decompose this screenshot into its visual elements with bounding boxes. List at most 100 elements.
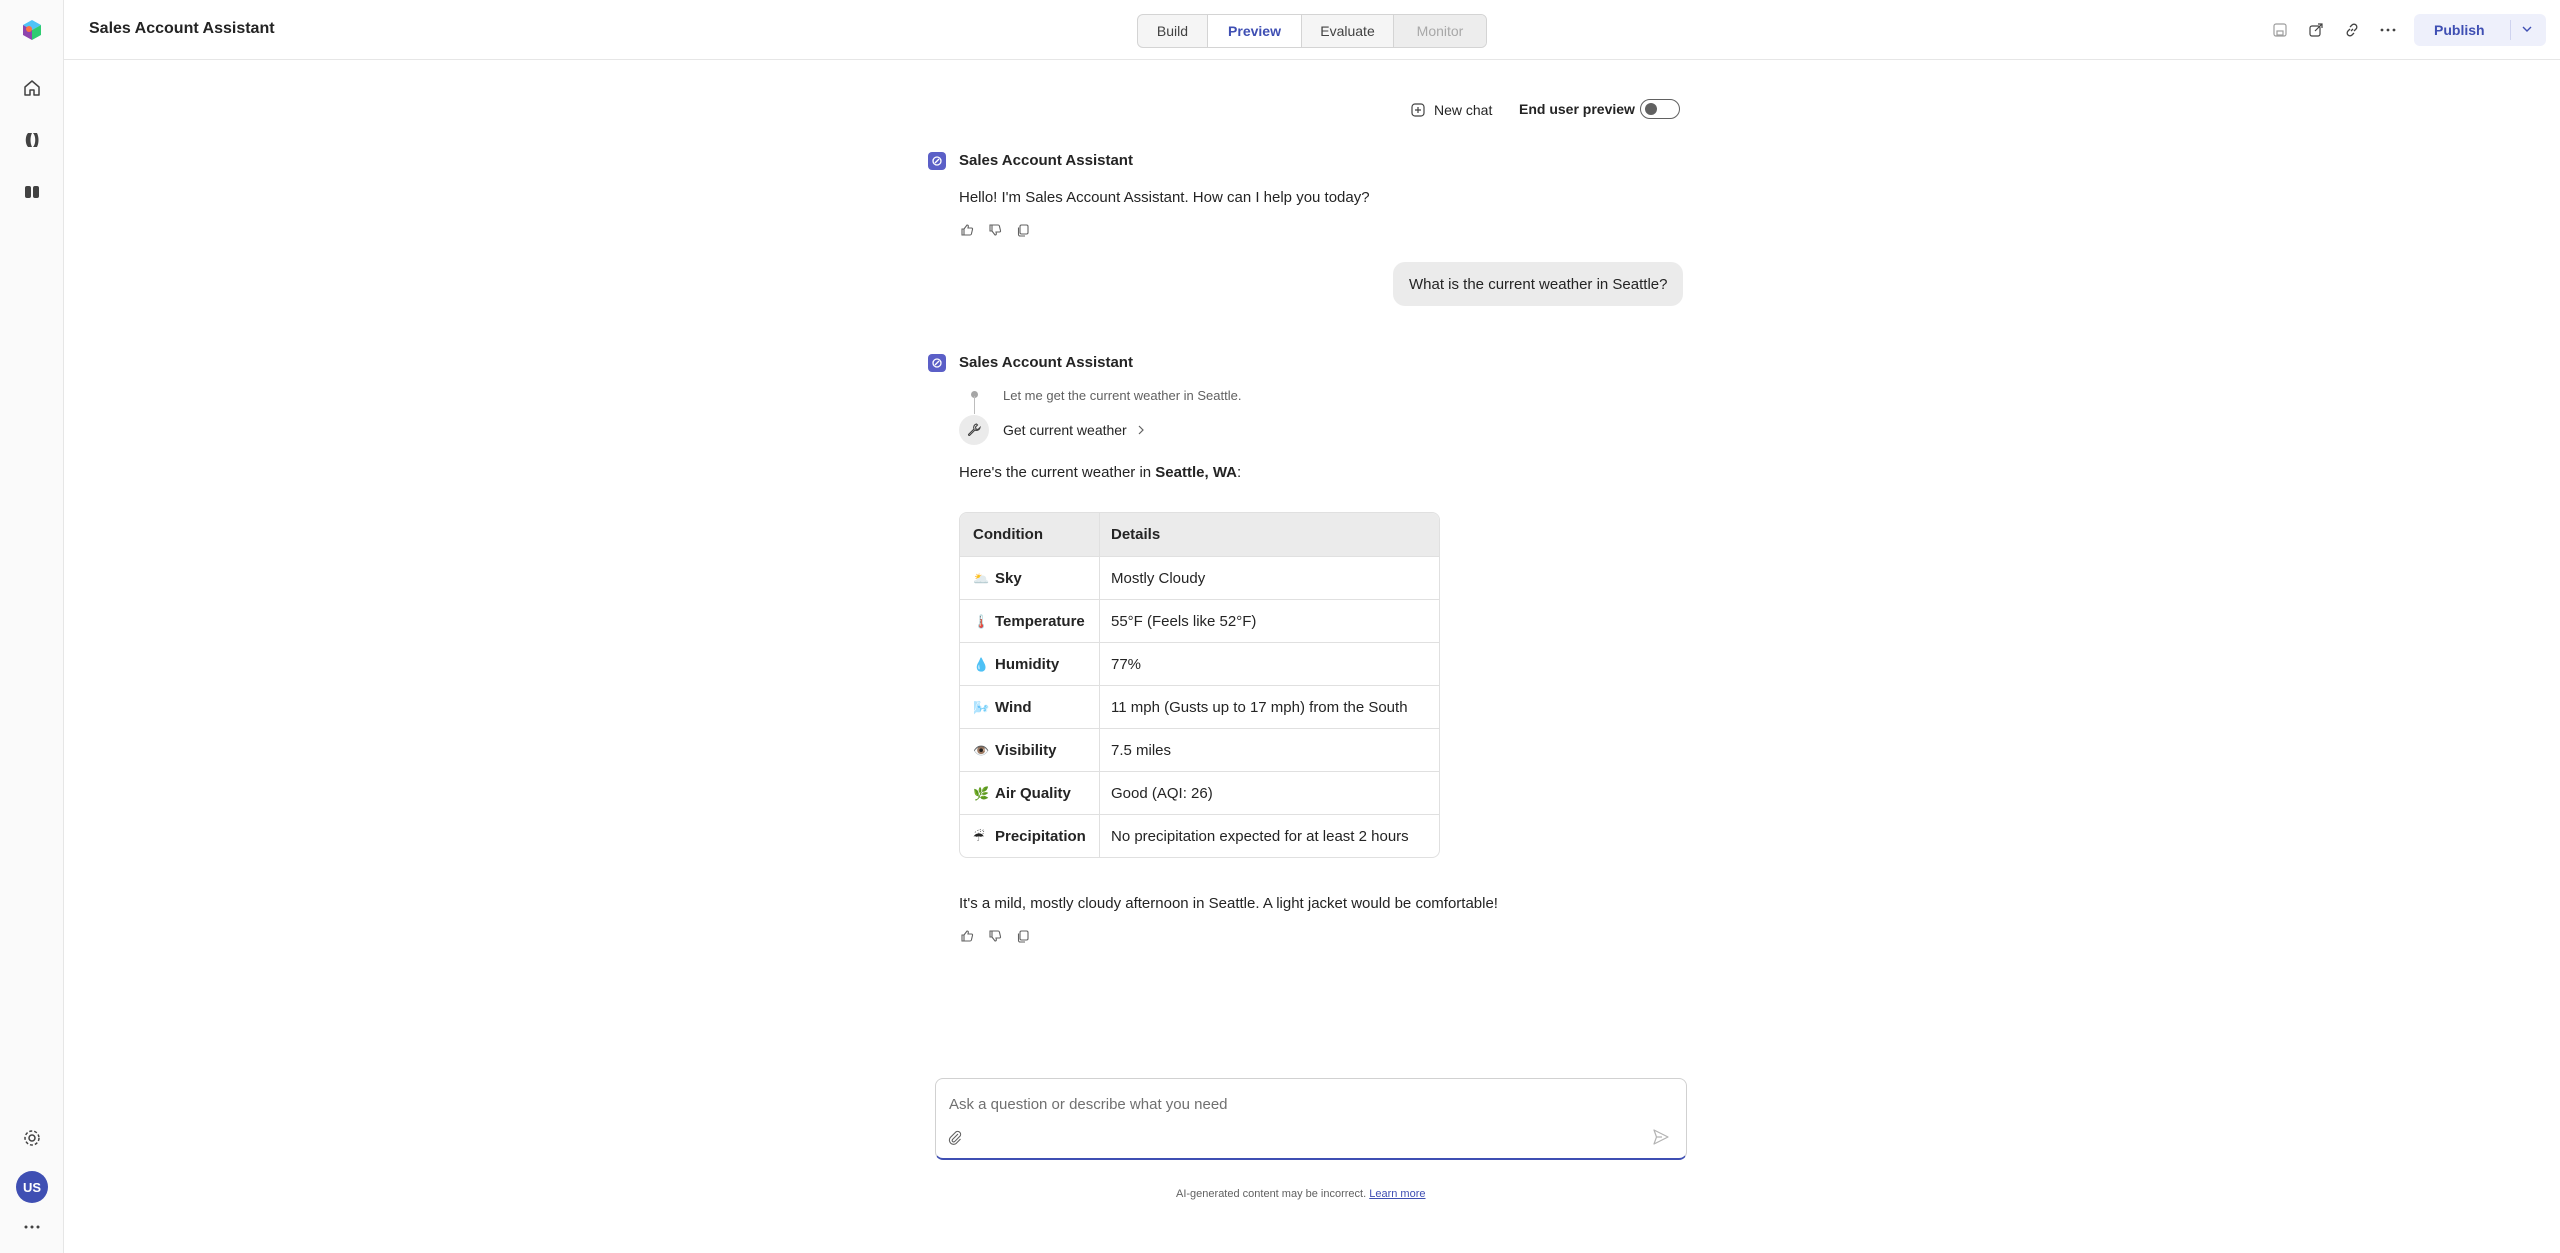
ai-disclaimer: AI-generated content may be incorrect. L…: [1176, 1188, 1426, 1200]
condition-cell: 🌡️ Temperature: [960, 599, 1100, 642]
condition-label: Air Quality: [995, 784, 1071, 802]
intro-prefix: Here's the current weather in: [959, 464, 1156, 481]
tab-build[interactable]: Build: [1138, 15, 1208, 47]
bot-name: Sales Account Assistant: [959, 354, 1133, 371]
table-row: 🌡️ Temperature 55°F (Feels like 52°F): [960, 599, 1439, 642]
user-message: What is the current weather in Seattle?: [1393, 262, 1684, 306]
toggle-knob: [1645, 103, 1657, 115]
condition-cell: 🌿 Air Quality: [960, 771, 1100, 814]
thumbs-down-icon[interactable]: [987, 222, 1003, 238]
thinking-step: Let me get the current weather in Seattl…: [1003, 388, 1242, 403]
thermometer-icon: 🌡️: [973, 613, 990, 629]
bot-name: Sales Account Assistant: [959, 152, 1133, 169]
details-cell: Mostly Cloudy: [1100, 556, 1439, 599]
home-icon[interactable]: [16, 72, 48, 104]
condition-label: Precipitation: [995, 827, 1086, 845]
message-feedback: [959, 928, 1031, 944]
learn-more-link[interactable]: Learn more: [1369, 1188, 1425, 1200]
column-header-details: Details: [1100, 513, 1439, 556]
thumbs-up-icon[interactable]: [959, 222, 975, 238]
page-title: Sales Account Assistant: [89, 20, 275, 37]
details-cell: Good (AQI: 26): [1100, 771, 1439, 814]
bot-avatar-icon: [928, 354, 946, 372]
condition-cell: 💧 Humidity: [960, 642, 1100, 685]
message-feedback: [959, 222, 1031, 238]
table-row: 🌿 Air Quality Good (AQI: 26): [960, 771, 1439, 814]
bot-avatar-icon: [928, 152, 946, 170]
avatar-initials: US: [22, 1179, 42, 1195]
condition-cell: 👁️ Visibility: [960, 728, 1100, 771]
table-row: 🌥️ Sky Mostly Cloudy: [960, 556, 1439, 599]
condition-label: Humidity: [995, 655, 1060, 673]
link-icon[interactable]: [2340, 18, 2364, 42]
chevron-right-icon: [1137, 425, 1145, 435]
eye-icon: 👁️: [973, 742, 990, 758]
new-chat-button[interactable]: New chat: [1410, 98, 1492, 122]
column-header-condition: Condition: [960, 513, 1100, 556]
app-logo-icon[interactable]: [16, 14, 48, 46]
share-icon[interactable]: [2304, 18, 2328, 42]
publish-button[interactable]: Publish: [2414, 14, 2546, 46]
table-row: 💧 Humidity 77%: [960, 642, 1439, 685]
table-header-row: Condition Details: [960, 513, 1439, 556]
end-user-preview-toggle[interactable]: [1640, 99, 1680, 119]
more-icon[interactable]: [16, 1211, 48, 1243]
bot-closing: It's a mild, mostly cloudy afternoon in …: [959, 895, 1498, 912]
copy-icon[interactable]: [1015, 928, 1031, 944]
library-icon[interactable]: [16, 176, 48, 208]
condition-label: Wind: [995, 698, 1032, 716]
umbrella-icon: ☔: [973, 828, 985, 844]
tab-evaluate[interactable]: Evaluate: [1302, 15, 1394, 47]
new-chat-icon: [1410, 102, 1426, 118]
intro-location: Seattle, WA: [1155, 464, 1237, 481]
mode-tabs: Build Preview Evaluate Monitor: [1137, 14, 1487, 48]
condition-cell: ☔ Precipitation: [960, 814, 1100, 857]
details-cell: 55°F (Feels like 52°F): [1100, 599, 1439, 642]
end-user-preview-label: End user preview: [1519, 101, 1635, 117]
settings-icon[interactable]: [16, 1122, 48, 1154]
disclaimer-text: AI-generated content may be incorrect.: [1176, 1188, 1367, 1200]
table-row: 🌬️ Wind 11 mph (Gusts up to 17 mph) from …: [960, 685, 1439, 728]
user-message-text: What is the current weather in Seattle?: [1409, 275, 1668, 293]
composer-input[interactable]: Ask a question or describe what you need: [949, 1096, 1228, 1113]
condition-label: Sky: [995, 569, 1022, 587]
left-rail: US: [0, 0, 64, 1253]
leaf-icon: 🌿: [973, 785, 990, 801]
wind-icon: 🌬️: [973, 699, 990, 715]
condition-cell: 🌬️ Wind: [960, 685, 1100, 728]
table-row: 👁️ Visibility 7.5 miles: [960, 728, 1439, 771]
attach-icon[interactable]: [947, 1129, 963, 1145]
avatar[interactable]: US: [16, 1171, 48, 1203]
copy-icon[interactable]: [1015, 222, 1031, 238]
tab-monitor: Monitor: [1394, 15, 1486, 47]
chevron-down-icon[interactable]: [2520, 22, 2534, 36]
send-icon[interactable]: [1652, 1128, 1670, 1146]
thumbs-down-icon[interactable]: [987, 928, 1003, 944]
tab-preview[interactable]: Preview: [1208, 15, 1302, 47]
intro-suffix: :: [1236, 464, 1242, 481]
details-cell: 11 mph (Gusts up to 17 mph) from the Sou…: [1100, 685, 1439, 728]
weather-intro: Here's the current weather in Seattle, W…: [959, 464, 1241, 481]
publish-divider: [2510, 20, 2511, 40]
new-chat-label: New chat: [1434, 102, 1493, 118]
chat-composer[interactable]: Ask a question or describe what you need: [935, 1078, 1687, 1160]
agents-icon[interactable]: [16, 124, 48, 156]
details-cell: No precipitation expected for at least 2…: [1100, 814, 1439, 857]
wrench-icon: [959, 415, 989, 445]
tool-call-button[interactable]: Get current weather: [1003, 422, 1145, 438]
table-row: ☔ Precipitation No precipitation expected…: [960, 814, 1439, 857]
condition-cell: 🌥️ Sky: [960, 556, 1100, 599]
thumbs-up-icon[interactable]: [959, 928, 975, 944]
weather-table: Condition Details 🌥️ Sky Mostly Cloudy 🌡️…: [959, 512, 1440, 858]
top-header: Sales Account Assistant Build Preview Ev…: [64, 0, 2560, 60]
save-icon[interactable]: [2268, 18, 2292, 42]
bot-greeting: Hello! I'm Sales Account Assistant. How …: [959, 189, 1370, 206]
publish-label: Publish: [2434, 22, 2485, 38]
details-cell: 77%: [1100, 642, 1439, 685]
condition-label: Visibility: [995, 741, 1057, 759]
step-connector: [974, 396, 975, 414]
cloud-icon: 🌥️: [973, 570, 990, 586]
condition-label: Temperature: [995, 612, 1085, 630]
droplet-icon: 💧: [973, 656, 990, 672]
more-icon[interactable]: [2376, 18, 2400, 42]
